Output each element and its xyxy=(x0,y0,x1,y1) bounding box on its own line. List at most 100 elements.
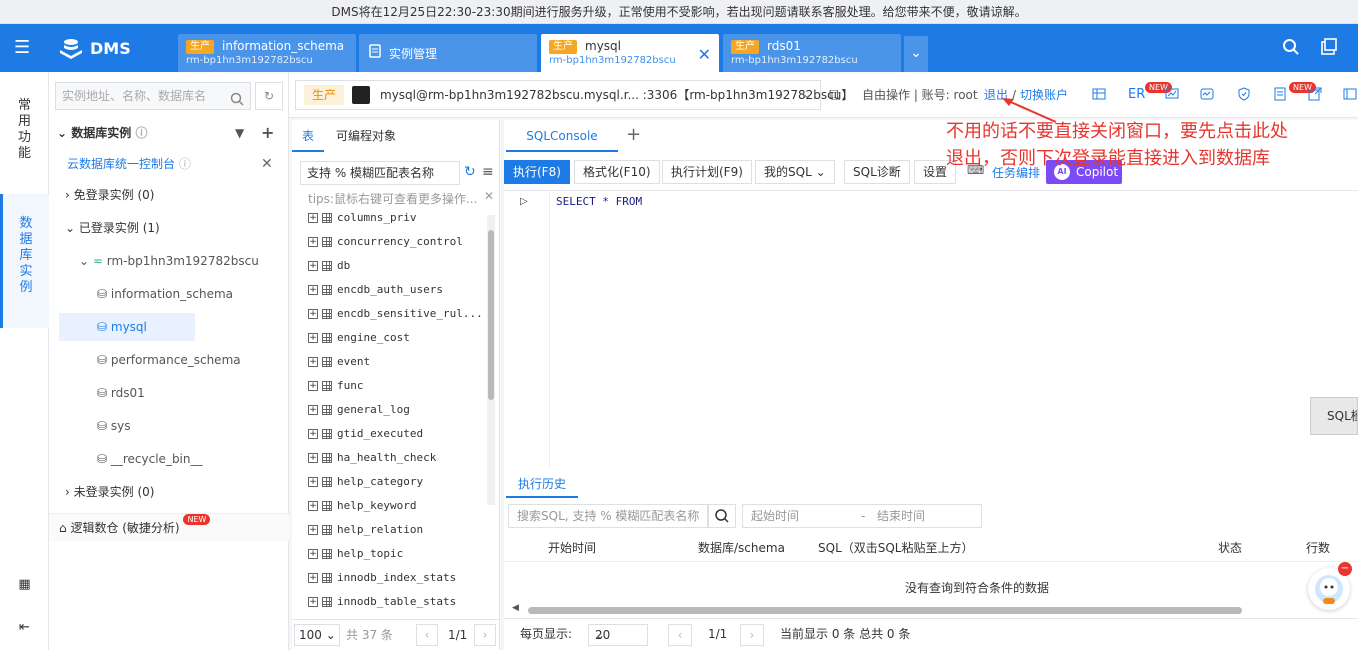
expand-icon[interactable]: + xyxy=(308,405,318,415)
table-item[interactable]: + gtid_executed xyxy=(308,422,423,446)
history-search-input[interactable]: 搜索SQL, 支持 % 模糊匹配表名称 xyxy=(508,504,708,528)
table-item[interactable]: + encdb_auth_users xyxy=(308,278,443,302)
tab-programmable-objects[interactable]: 可编程对象 xyxy=(326,120,406,152)
expand-icon[interactable]: + xyxy=(308,357,318,367)
export-icon[interactable] xyxy=(1308,87,1324,103)
table-filter-input[interactable]: 支持 % 模糊匹配表名称 xyxy=(300,161,460,185)
run-line-icon[interactable]: ▷ xyxy=(520,196,528,207)
expand-icon[interactable]: + xyxy=(308,573,318,583)
copy-icon[interactable]: ⧉ xyxy=(829,72,840,118)
collapse-icon[interactable]: ⇤ xyxy=(0,620,49,636)
tree-not-logged[interactable]: › 未登录实例 (0) xyxy=(49,478,289,506)
tab-mysql[interactable]: 生产 mysql rm-bp1hn3m192782bscu ✕ xyxy=(541,34,719,72)
table-item[interactable]: + ha_health_check xyxy=(308,446,436,470)
connection-select[interactable]: 生产 mysql@rm-bp1hn3m192782bscu.mysql.r...… xyxy=(295,80,853,110)
table-item[interactable]: + help_category xyxy=(308,470,423,494)
per-page-select[interactable]: 20 ⌄ xyxy=(588,624,648,646)
table-item[interactable]: + innodb_table_stats xyxy=(308,590,456,614)
table-item[interactable]: + func xyxy=(308,374,364,398)
expand-icon[interactable]: + xyxy=(308,213,318,223)
assistant-avatar[interactable]: − xyxy=(1308,562,1352,610)
expand-icon[interactable]: + xyxy=(308,237,318,247)
sidebar-icon[interactable] xyxy=(1343,87,1358,103)
nav-common[interactable]: 常用功能 xyxy=(0,98,49,162)
apps-grid-icon[interactable]: ▦ xyxy=(0,577,49,593)
format-button[interactable]: 格式化(F10) xyxy=(574,160,660,184)
tree-free-login[interactable]: › 免登录实例 (0) xyxy=(49,181,289,209)
close-tab-icon[interactable]: ✕ xyxy=(698,45,711,64)
chart-icon[interactable] xyxy=(1165,87,1181,103)
prev-page-button[interactable]: ‹ xyxy=(668,624,692,646)
tab-instance-manage[interactable]: 实例管理 xyxy=(359,34,537,72)
instance-search-input[interactable]: 实例地址、名称、数据库名 xyxy=(55,82,251,110)
scrollbar-thumb[interactable] xyxy=(488,230,494,400)
expand-icon[interactable]: + xyxy=(308,309,318,319)
table-item[interactable]: + encdb_sensitive_rul... xyxy=(308,302,483,326)
expand-icon[interactable]: + xyxy=(308,597,318,607)
expand-icon[interactable]: + xyxy=(308,501,318,511)
more-tabs-chevron-icon[interactable]: ⌄ xyxy=(904,36,928,72)
db-information-schema[interactable]: ⛁ information_schema xyxy=(49,280,289,308)
add-console-button[interactable]: + xyxy=(626,124,641,145)
table-item[interactable]: + general_log xyxy=(308,398,410,422)
sql-template-side-button[interactable]: SQL模 xyxy=(1310,397,1358,435)
history-search-button[interactable] xyxy=(708,504,736,528)
history-hscrollbar[interactable]: ◀ xyxy=(512,603,1352,614)
tree-logged-in[interactable]: ⌄ 已登录实例 (1) xyxy=(49,214,289,242)
table-item[interactable]: + innodb_index_stats xyxy=(308,566,456,590)
scroll-left-icon[interactable]: ◀ xyxy=(512,603,519,613)
sql-editor[interactable]: ▷ SELECT * FROM SQL模 xyxy=(504,190,1358,467)
help-icon[interactable]: ⓘ xyxy=(179,157,191,171)
my-sql-button[interactable]: 我的SQL ⌄ xyxy=(755,160,835,184)
nav-db-instances[interactable]: 数据库实例 xyxy=(0,194,49,328)
tab-tables[interactable]: 表 xyxy=(292,120,325,152)
add-icon[interactable]: + xyxy=(261,119,274,147)
scrollbar-thumb[interactable] xyxy=(528,607,1242,614)
dms-logo[interactable]: DMS xyxy=(58,36,131,60)
expand-icon[interactable]: + xyxy=(308,549,318,559)
table-item[interactable]: + event xyxy=(308,350,370,374)
end-time[interactable]: 结束时间 xyxy=(877,505,925,527)
db-sys[interactable]: ⛁ sys xyxy=(49,412,289,440)
shield-icon[interactable] xyxy=(1237,87,1253,103)
start-time[interactable]: 起始时间 xyxy=(751,505,799,527)
table-item[interactable]: + concurrency_control xyxy=(308,230,463,254)
expand-icon[interactable]: + xyxy=(308,477,318,487)
tree-instance[interactable]: ⌄ ≂ rm-bp1hn3m192782bscu xyxy=(49,247,289,275)
search-icon[interactable] xyxy=(1282,38,1300,59)
db-mysql[interactable]: ⛁ mysql xyxy=(59,313,195,341)
filter-icon[interactable]: ▼ xyxy=(235,119,244,147)
table-icon[interactable] xyxy=(1092,87,1108,103)
list-menu-icon[interactable]: ≡ xyxy=(482,164,494,180)
expand-icon[interactable]: + xyxy=(308,453,318,463)
sql-code[interactable]: SELECT * FROM xyxy=(556,195,642,208)
expand-icon[interactable]: + xyxy=(308,429,318,439)
next-page-button[interactable]: › xyxy=(474,624,496,646)
db-performance-schema[interactable]: ⛁ performance_schema xyxy=(49,346,289,374)
table-item[interactable]: + help_relation xyxy=(308,518,423,542)
expand-icon[interactable]: + xyxy=(308,333,318,343)
table-list-scrollbar[interactable] xyxy=(487,215,495,505)
db-instance-section[interactable]: ⌄ 数据库实例 ⓘ ▼ + xyxy=(49,119,289,147)
next-page-button[interactable]: › xyxy=(740,624,764,646)
table-item[interactable]: + db xyxy=(308,254,350,278)
cloud-console-link[interactable]: 云数据库统一控制台 ⓘ ✕ xyxy=(49,150,289,178)
db-rds01[interactable]: ⛁ rds01 xyxy=(49,379,289,407)
hamburger-menu-icon[interactable]: ☰ xyxy=(14,38,34,58)
minimize-icon[interactable]: − xyxy=(1338,562,1352,576)
tab-rds01[interactable]: 生产 rds01 rm-bp1hn3m192782bscu xyxy=(723,34,901,72)
workspace-icon[interactable] xyxy=(1320,38,1338,59)
help-icon[interactable]: ⓘ xyxy=(135,126,147,140)
search-icon[interactable] xyxy=(230,89,244,115)
document-icon[interactable] xyxy=(1273,87,1289,103)
sql-diagnose-button[interactable]: SQL诊断 xyxy=(844,160,910,184)
run-button[interactable]: 执行(F8) xyxy=(504,160,570,184)
refresh-icon[interactable]: ↻ xyxy=(255,82,283,110)
table-item[interactable]: + engine_cost xyxy=(308,326,410,350)
expand-icon[interactable]: + xyxy=(308,261,318,271)
tab-information-schema[interactable]: 生产 information_schema rm-bp1hn3m192782bs… xyxy=(178,34,356,72)
explain-button[interactable]: 执行计划(F9) xyxy=(662,160,752,184)
page-size-select[interactable]: 100 ⌄ xyxy=(294,624,340,646)
close-icon[interactable]: ✕ xyxy=(261,150,273,178)
table-item[interactable]: + help_keyword xyxy=(308,494,416,518)
